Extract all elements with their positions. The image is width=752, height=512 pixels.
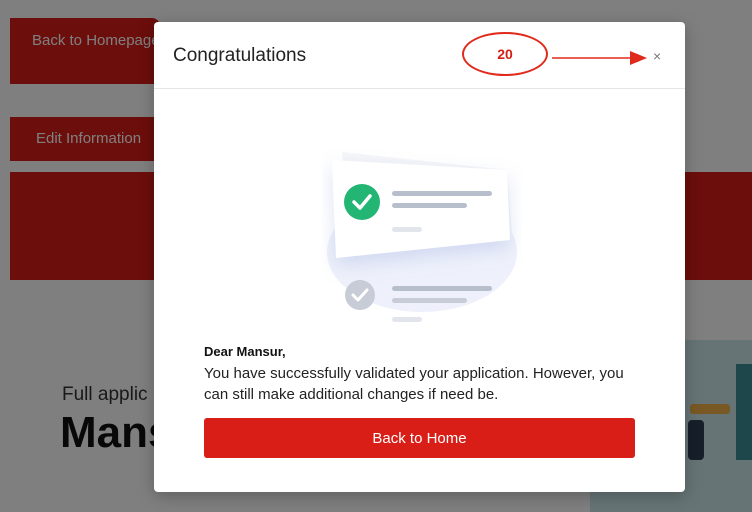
- grey-check-icon: [345, 280, 375, 310]
- back-to-home-button[interactable]: Back to Home: [204, 418, 635, 458]
- text-line: [392, 317, 422, 322]
- text-line: [392, 203, 467, 208]
- green-check-icon: [344, 184, 380, 220]
- annotation-arrow-icon: [552, 51, 647, 65]
- text-line: [392, 286, 492, 291]
- annotation-number: 20: [497, 46, 513, 62]
- success-message: You have successfully validated your app…: [204, 365, 624, 403]
- modal-header: Congratulations 20 ×: [154, 22, 685, 89]
- close-icon[interactable]: ×: [653, 48, 661, 64]
- congratulations-modal: Congratulations 20 × Dear Mansur, You ha…: [154, 22, 685, 492]
- validation-checklist-illustration: [327, 152, 517, 322]
- text-line: [392, 298, 467, 303]
- text-line: [392, 191, 492, 196]
- modal-title: Congratulations: [173, 45, 307, 66]
- greeting-text: Dear Mansur,: [204, 344, 286, 359]
- text-line: [392, 227, 422, 232]
- annotation-circle: 20: [462, 32, 548, 76]
